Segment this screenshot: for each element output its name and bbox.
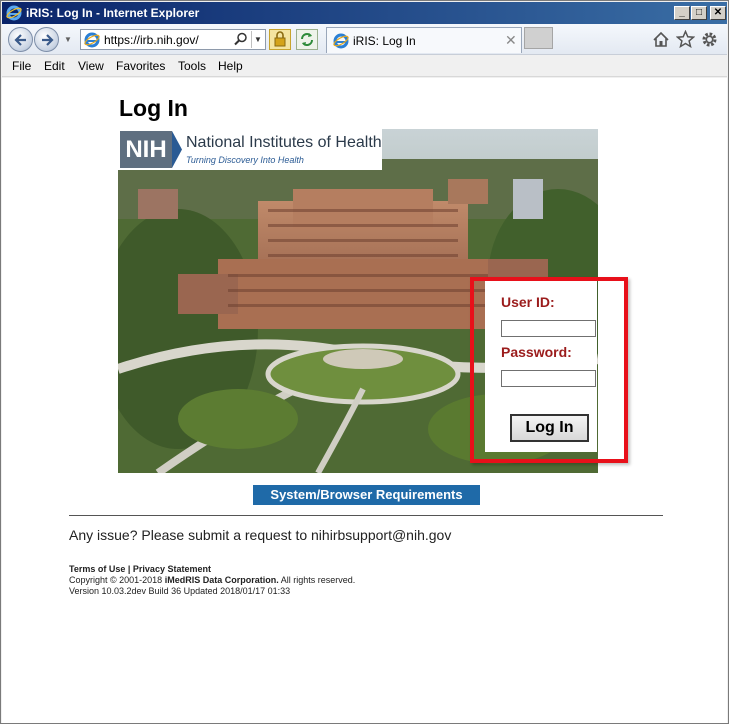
tab-iris-login[interactable]: iRIS: Log In ✕	[326, 27, 522, 53]
menu-tools[interactable]: Tools	[178, 59, 206, 73]
tab-title: iRIS: Log In	[353, 34, 416, 48]
rights-text: All rights reserved.	[280, 575, 356, 585]
nih-logo-banner: NIH National Institutes of Health Turnin…	[118, 129, 382, 170]
page-content: Log In NIH National Institutes of Health…	[2, 78, 727, 723]
close-button[interactable]: ✕	[710, 6, 726, 20]
address-bar[interactable]: https://irb.nih.gov/ ▼	[80, 29, 266, 50]
privacy-statement-link[interactable]: Privacy Statement	[133, 564, 211, 574]
chevron-logo-icon	[172, 131, 182, 168]
footer-separator: |	[127, 564, 131, 574]
lock-icon	[274, 31, 286, 47]
ie-icon	[84, 32, 100, 48]
nih-tagline: Turning Discovery Into Health	[186, 155, 304, 165]
terms-of-use-link[interactable]: Terms of Use	[69, 564, 125, 574]
support-message: Any issue? Please submit a request to ni…	[69, 527, 452, 543]
security-lock-button[interactable]	[269, 29, 291, 50]
ie-icon	[6, 5, 22, 21]
system-requirements-link[interactable]: System/Browser Requirements	[253, 485, 480, 505]
user-id-label: User ID:	[501, 294, 555, 310]
log-in-button[interactable]: Log In	[510, 414, 589, 442]
nih-abbreviation: NIH	[120, 131, 172, 168]
menu-file[interactable]: File	[12, 59, 31, 73]
minimize-button[interactable]: _	[674, 6, 690, 20]
tab-close-icon[interactable]: ✕	[505, 32, 517, 49]
maximize-button[interactable]: □	[691, 6, 707, 20]
back-icon	[14, 34, 26, 46]
forward-icon	[42, 34, 54, 46]
copyright-prefix: Copyright © 2001-2018	[69, 575, 163, 585]
home-icon[interactable]	[652, 31, 670, 48]
menu-edit[interactable]: Edit	[44, 59, 65, 73]
new-tab-button[interactable]	[524, 27, 553, 49]
password-input[interactable]	[501, 370, 596, 387]
back-button[interactable]	[8, 27, 33, 52]
address-url[interactable]: https://irb.nih.gov/	[104, 33, 199, 47]
password-label: Password:	[501, 344, 572, 360]
divider	[69, 515, 663, 516]
page-title: Log In	[119, 95, 188, 121]
title-bar: iRIS: Log In - Internet Explorer _ □ ✕	[2, 2, 727, 24]
navigation-bar: ▼ https://irb.nih.gov/ ▼ iRIS: Log In ✕	[2, 24, 727, 55]
window-title: iRIS: Log In - Internet Explorer	[26, 6, 200, 20]
star-icon[interactable]	[676, 30, 695, 48]
search-icon[interactable]	[234, 32, 248, 46]
browser-window: iRIS: Log In - Internet Explorer _ □ ✕ ▼…	[0, 0, 729, 724]
history-dropdown-icon[interactable]: ▼	[64, 35, 72, 44]
menu-view[interactable]: View	[78, 59, 104, 73]
company-name: iMedRIS Data Corporation.	[164, 575, 279, 585]
nih-full-name: National Institutes of Health	[186, 134, 382, 151]
menu-favorites[interactable]: Favorites	[116, 59, 165, 73]
refresh-icon	[301, 33, 313, 46]
user-id-input[interactable]	[501, 320, 596, 337]
address-dropdown-icon[interactable]: ▼	[251, 31, 264, 48]
ie-icon	[333, 33, 349, 49]
refresh-button[interactable]	[296, 29, 318, 50]
menu-help[interactable]: Help	[218, 59, 243, 73]
forward-button[interactable]	[34, 27, 59, 52]
gear-icon[interactable]	[700, 30, 719, 49]
footer-links: Terms of Use | Privacy Statement	[69, 564, 211, 574]
version-info: Version 10.03.2dev Build 36 Updated 2018…	[69, 586, 291, 596]
copyright: Copyright © 2001-2018 iMedRIS Data Corpo…	[69, 575, 355, 585]
menu-bar: File Edit View Favorites Tools Help	[2, 55, 727, 77]
